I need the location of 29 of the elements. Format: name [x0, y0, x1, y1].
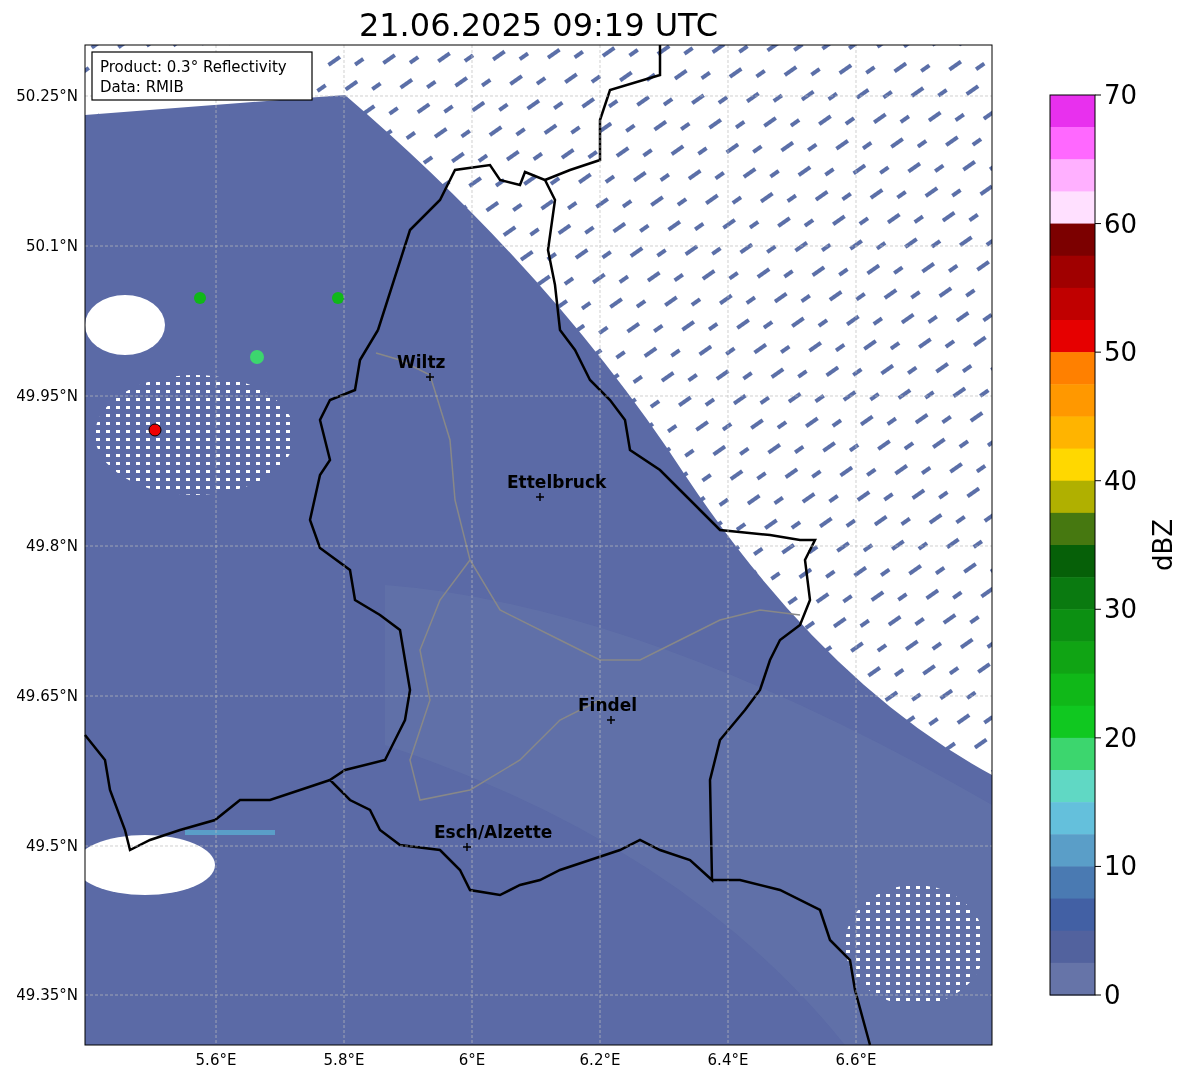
info-text: Data: RMIB	[100, 78, 184, 96]
x-tick-label: 6.6°E	[835, 1051, 877, 1069]
colorbar-tick-label: 0	[1104, 980, 1121, 1010]
y-tick-label: 49.95°N	[16, 387, 78, 405]
city-label: Esch/Alzette	[434, 822, 553, 842]
y-tick-label: 49.5°N	[25, 837, 78, 855]
x-tick-label: 5.6°E	[195, 1051, 237, 1069]
x-tick-label: 6.4°E	[707, 1051, 749, 1069]
y-tick-label: 50.25°N	[16, 87, 78, 105]
colorbar-tick-label: 20	[1104, 722, 1138, 753]
city-label: Wiltz	[397, 352, 446, 372]
colorbar-tick-label: 50	[1104, 337, 1138, 368]
x-tick-label: 6.2°E	[579, 1051, 621, 1069]
chart-title: 21.06.2025 09:19 UTC	[358, 5, 719, 45]
info-text: Product: 0.3° Reflectivity	[100, 58, 287, 76]
x-tick-label: 5.8°E	[323, 1051, 365, 1069]
colorbar-tick-label: 40	[1104, 465, 1138, 496]
colorbar-tick-label: 70	[1104, 80, 1138, 110]
city-label: Findel	[578, 695, 638, 715]
y-tick-label: 49.8°N	[25, 537, 78, 555]
city-label: Ettelbruck	[507, 472, 607, 492]
colorbar-tick-label: 60	[1104, 208, 1138, 239]
x-tick-label: 6°E	[458, 1051, 486, 1069]
y-tick-label: 49.65°N	[16, 687, 78, 705]
colorbar-tick-label: 30	[1104, 594, 1138, 625]
colorbar-tick-label: 10	[1104, 851, 1138, 882]
y-tick-label: 49.35°N	[16, 986, 78, 1004]
y-tick-label: 50.1°N	[25, 237, 78, 255]
colorbar-label: dBZ	[1148, 518, 1178, 572]
